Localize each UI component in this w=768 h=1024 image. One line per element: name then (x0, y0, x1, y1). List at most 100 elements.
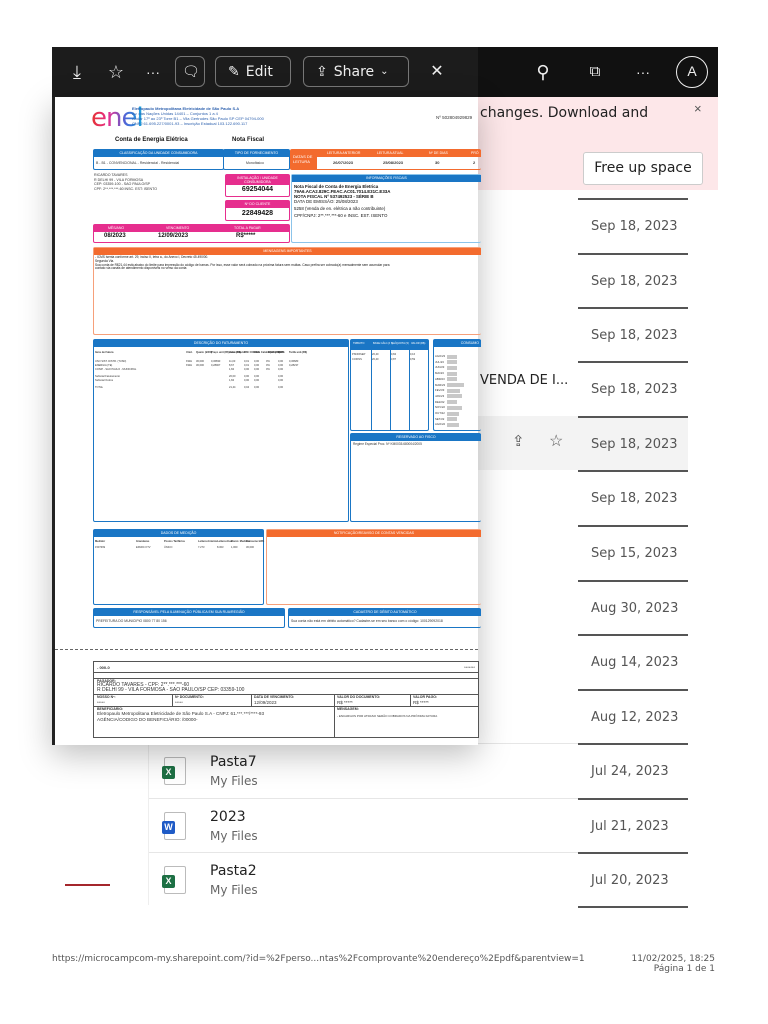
nota-fiscal-title: Nota Fiscal (232, 137, 265, 143)
share-icon: ⇪ (316, 63, 328, 80)
file-row[interactable]: W 2023 My Files (148, 798, 578, 852)
table-cell: 0,59 (410, 358, 416, 361)
boleto: - 000-0 ******* PAGADOR: RICARDO TAVARES… (93, 661, 479, 738)
month-label: DEZ/22 (435, 399, 445, 404)
pagamento-box: MÊS/ANO VENCIMENTO TOTAL A PAGAR 08/2023… (93, 224, 290, 243)
download-icon[interactable]: ⤓ (64, 59, 90, 85)
column-header: Leitura Anterior (198, 540, 218, 543)
column-header: Itens de Fatura (95, 351, 114, 354)
date-cell: Sep 18, 2023 (578, 470, 688, 524)
month-label: MAI/23 (435, 371, 444, 376)
share-button[interactable]: ⇪ Share ⌄ (303, 56, 409, 87)
table-cell: 0,00 (254, 379, 260, 382)
table-cell: EPARC KTV (136, 546, 151, 549)
debito-box: CADASTRO DE DÉBITO AUTOMÁTICO Sua conta n… (288, 608, 481, 628)
consumo-bar (447, 365, 457, 370)
date-cell: Jul 20, 2023 (578, 852, 688, 906)
viewer-toolbar: ⤓ ☆ ··· 🗨 ✎ Edit ⇪ Share ⌄ ✕ ⚲ ⧉ ··· A (52, 47, 718, 97)
table-cell: 30,000 (246, 546, 254, 549)
bill-title: Conta de Energia Elétrica (115, 137, 188, 143)
informacoes-fiscais-box: INFORMAÇÕES FISCAIS Nota Fiscal de Conta… (291, 174, 481, 243)
avatar[interactable]: A (676, 56, 708, 88)
comment-button[interactable]: 🗨 (175, 56, 205, 87)
close-viewer-button[interactable]: ✕ (424, 59, 450, 85)
file-name[interactable]: Pasta7 (210, 754, 257, 770)
month-label: FEV/23 (435, 388, 445, 393)
feedback-icon[interactable]: ⧉ (582, 59, 608, 85)
share-icon[interactable]: ⇪ (512, 432, 525, 450)
modified-date: Aug 30, 2023 (591, 601, 679, 616)
table-cell: 1,84 (229, 368, 235, 371)
excel-file-icon: X (162, 757, 186, 785)
consumo-bar (447, 388, 461, 393)
instalacao-box: INSTALAÇÃO / UNIDADE CONSUMIDORA 69254044 (225, 174, 290, 197)
company-info: Eletropaulo Metropolitana Eletricidade d… (132, 106, 264, 126)
table-cell: 0,00 (244, 379, 250, 382)
table-cell: 0% (266, 368, 270, 371)
table-cell: 0,00 (254, 386, 260, 389)
month-label: AGO/23 (435, 354, 446, 358)
modified-date: Sep 18, 2023 (591, 328, 678, 343)
table-cell: 0,00 (278, 379, 284, 382)
file-location: My Files (210, 774, 258, 788)
column-header: Consumo kWh (246, 540, 265, 543)
search-icon[interactable]: ⚲ (530, 59, 556, 85)
modified-date: Sep 18, 2023 (591, 274, 678, 289)
table-cell: 0,00 (278, 368, 284, 371)
file-row[interactable]: X Pasta2 My Files (148, 852, 578, 906)
table-cell: 7.273 (198, 546, 205, 549)
edit-label: Edit (245, 63, 273, 80)
row-actions: ⇪ ☆ (478, 416, 578, 470)
storage-banner: changes. Download and × Free up space (478, 97, 718, 190)
file-name[interactable]: Pasta2 (210, 863, 257, 879)
column-header: Quant. (kWh) (196, 351, 213, 354)
month-label: JAN/23 (435, 393, 445, 398)
close-banner-button[interactable]: × (694, 101, 702, 116)
file-row[interactable]: X Pasta7 My Files (148, 743, 578, 797)
column-header: Unid. (186, 351, 193, 354)
date-cell: Sep 15, 2023 (578, 525, 688, 579)
month-label: MAR/23 (435, 382, 446, 387)
consumo-bar (447, 417, 457, 422)
file-location: My Files (210, 883, 258, 897)
file-name[interactable]: 2023 (210, 809, 246, 825)
table-cell: 3,87 (391, 358, 397, 361)
column-header: Tarifa unit.(R$) (289, 351, 308, 354)
datas-leitura-box: DATAS DE LEITURA LEITURA ANTERIOR LEITUR… (290, 149, 481, 170)
date-cell: Sep 18, 2023 (578, 307, 688, 361)
modified-date: Sep 18, 2023 (591, 382, 678, 397)
table-cell: COFINS (352, 358, 362, 361)
notificacao-box: NOTIFICAÇÃO/REAVISO DE CONTAS VENCIDAS (266, 529, 481, 605)
table-cell: 0,00 (254, 368, 260, 371)
pdf-preview[interactable]: enel Eletropaulo Metropolitana Eletricid… (52, 97, 481, 745)
print-info: 11/02/2025, 18:25 Página 1 de 1 (631, 954, 715, 974)
pencil-icon: ✎ (228, 63, 240, 80)
modified-date: Aug 14, 2023 (591, 655, 679, 670)
column-header: ALÍQUOTA (%) (392, 342, 410, 345)
table-cell: 1,84 (229, 379, 235, 382)
table-cell: 21,44 (229, 386, 236, 389)
consumo-bar (447, 360, 457, 365)
tipo-box: TIPO DE FORNECIMENTO Monofásico (223, 149, 290, 170)
consumo-bar (447, 383, 464, 387)
table-cell: 0,28237 (289, 364, 299, 367)
column-header: Valor (R$) (229, 351, 242, 354)
left-nav-indicator (65, 884, 110, 886)
star-icon[interactable]: ☆ (549, 431, 563, 451)
banner-message: changes. Download and (480, 105, 649, 121)
date-cell: Jul 24, 2023 (578, 743, 688, 797)
consumo-bar (447, 422, 459, 427)
excel-file-icon: X (162, 866, 186, 894)
free-up-space-button[interactable]: Free up space (583, 152, 703, 185)
invoice-number: Nº 502804929829 (436, 115, 473, 120)
table-cell: 0,00 (278, 386, 284, 389)
date-cell: Aug 12, 2023 (578, 689, 688, 743)
star-icon[interactable]: ☆ (103, 59, 129, 85)
more-button[interactable]: ··· (140, 59, 166, 85)
modified-date: Sep 15, 2023 (591, 546, 678, 561)
settings-more-button[interactable]: ··· (630, 59, 656, 85)
consumo-bar (447, 354, 457, 359)
classificacao-box: CLASSIFICAÇÃO DA UNIDADE CONSUMIDORA B - … (93, 149, 224, 170)
edit-button[interactable]: ✎ Edit (215, 56, 291, 87)
truncated-file-name[interactable]: VENDA DE I... (480, 373, 568, 388)
